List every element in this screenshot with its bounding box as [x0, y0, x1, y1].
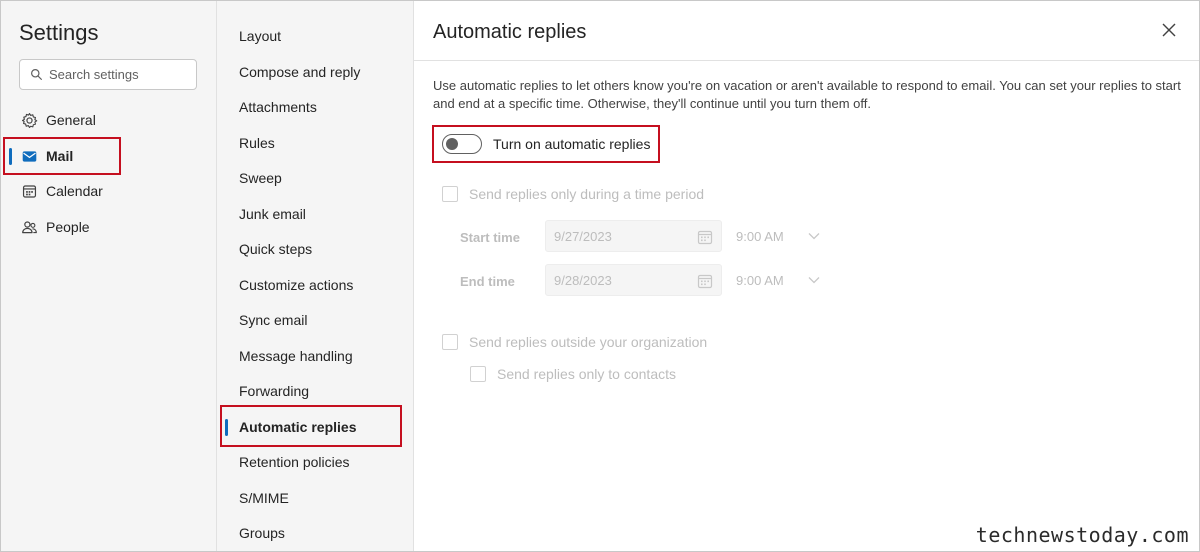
checkbox-label: Send replies outside your organization: [469, 334, 708, 350]
subnav-item-customize-actions[interactable]: Customize actions: [217, 267, 413, 302]
gear-icon: [21, 112, 38, 128]
subnav-item-compose-and-reply[interactable]: Compose and reply: [217, 54, 413, 89]
settings-nav-pane: Settings General Mail: [1, 1, 217, 551]
subnav-item-label: Sweep: [239, 169, 282, 186]
subnav-item-attachments[interactable]: Attachments: [217, 89, 413, 124]
mail-highlight-box: [3, 137, 121, 175]
close-icon[interactable]: [1161, 22, 1177, 38]
subnav-item-label: Compose and reply: [239, 63, 361, 80]
pane-header: Automatic replies: [414, 1, 1199, 61]
start-date-value: 9/27/2023: [554, 228, 612, 244]
checkbox-label: Send replies only to contacts: [497, 366, 676, 382]
subnav-item-sync-email[interactable]: Sync email: [217, 302, 413, 337]
end-time-value[interactable]: 9:00 AM: [736, 273, 784, 288]
subnav-item-sweep[interactable]: Sweep: [217, 160, 413, 195]
nav-item-label: General: [46, 112, 96, 128]
search-icon: [31, 69, 42, 80]
end-date-field[interactable]: 9/28/2023: [545, 264, 722, 296]
subnav-item-label: Quick steps: [239, 240, 313, 257]
subnav-item-message-handling[interactable]: Message handling: [217, 338, 413, 373]
nav-item-people[interactable]: People: [1, 209, 217, 245]
subnav-item-groups[interactable]: Groups: [217, 515, 413, 550]
automatic-replies-highlight-box: [220, 405, 402, 447]
contacts-only-checkbox-row: Send replies only to contacts: [470, 366, 676, 382]
subnav-item-label: Message handling: [239, 347, 353, 364]
subnav-item-label: Junk email: [239, 205, 306, 222]
nav-item-label: People: [46, 219, 90, 235]
chevron-down-icon[interactable]: [808, 232, 820, 240]
mail-subnav-pane: Layout Compose and reply Attachments Rul…: [217, 1, 414, 551]
subnav-item-layout[interactable]: Layout: [217, 18, 413, 53]
automatic-replies-pane: Automatic replies Use automatic replies …: [414, 1, 1199, 551]
contacts-only-checkbox[interactable]: [470, 366, 486, 382]
subnav-item-smime[interactable]: S/MIME: [217, 480, 413, 515]
watermark: technewstoday.com: [975, 523, 1189, 547]
description-text: Use automatic replies to let others know…: [433, 78, 1181, 111]
subnav-item-label: Groups: [239, 524, 285, 541]
end-date-value: 9/28/2023: [554, 272, 612, 288]
search-box[interactable]: [19, 59, 197, 90]
subnav-item-label: Customize actions: [239, 276, 354, 293]
checkbox-label: Send replies only during a time period: [469, 186, 705, 202]
subnav-item-label: Layout: [239, 27, 282, 44]
settings-title: Settings: [19, 20, 99, 45]
start-time-value[interactable]: 9:00 AM: [736, 229, 784, 244]
calendar-icon[interactable]: [697, 229, 713, 245]
chevron-down-icon[interactable]: [808, 276, 820, 284]
nav-item-calendar[interactable]: Calendar: [1, 173, 217, 209]
people-icon: [22, 220, 37, 233]
subnav-item-quick-steps[interactable]: Quick steps: [217, 231, 413, 266]
subnav-item-label: Rules: [239, 134, 275, 151]
search-input[interactable]: [49, 67, 189, 82]
start-time-label: Start time: [460, 230, 520, 245]
outside-org-checkbox-row: Send replies outside your organization: [442, 334, 707, 350]
settings-dialog: Settings General Mail: [0, 0, 1200, 552]
nav-item-general[interactable]: General: [1, 102, 217, 138]
calendar-icon[interactable]: [697, 273, 713, 289]
subnav-item-label: Retention policies: [239, 453, 350, 470]
page-title: Automatic replies: [433, 21, 587, 43]
outside-org-checkbox[interactable]: [442, 334, 458, 350]
subnav-item-label: Sync email: [239, 311, 308, 328]
start-date-field[interactable]: 9/27/2023: [545, 220, 722, 252]
subnav-item-label: Attachments: [239, 98, 317, 115]
end-time-label: End time: [460, 274, 515, 289]
subnav-item-retention-policies[interactable]: Retention policies: [217, 444, 413, 479]
time-period-checkbox[interactable]: [442, 186, 458, 202]
subnav-item-rules[interactable]: Rules: [217, 125, 413, 160]
nav-item-label: Calendar: [46, 183, 103, 199]
subnav-item-label: Forwarding: [239, 382, 310, 399]
toggle-highlight-box: [432, 125, 660, 163]
time-period-checkbox-row: Send replies only during a time period: [442, 186, 704, 202]
subnav-item-label: S/MIME: [239, 489, 289, 506]
subnav-item-junk-email[interactable]: Junk email: [217, 196, 413, 231]
calendar-icon: [22, 184, 37, 198]
subnav-item-forwarding[interactable]: Forwarding: [217, 373, 413, 408]
